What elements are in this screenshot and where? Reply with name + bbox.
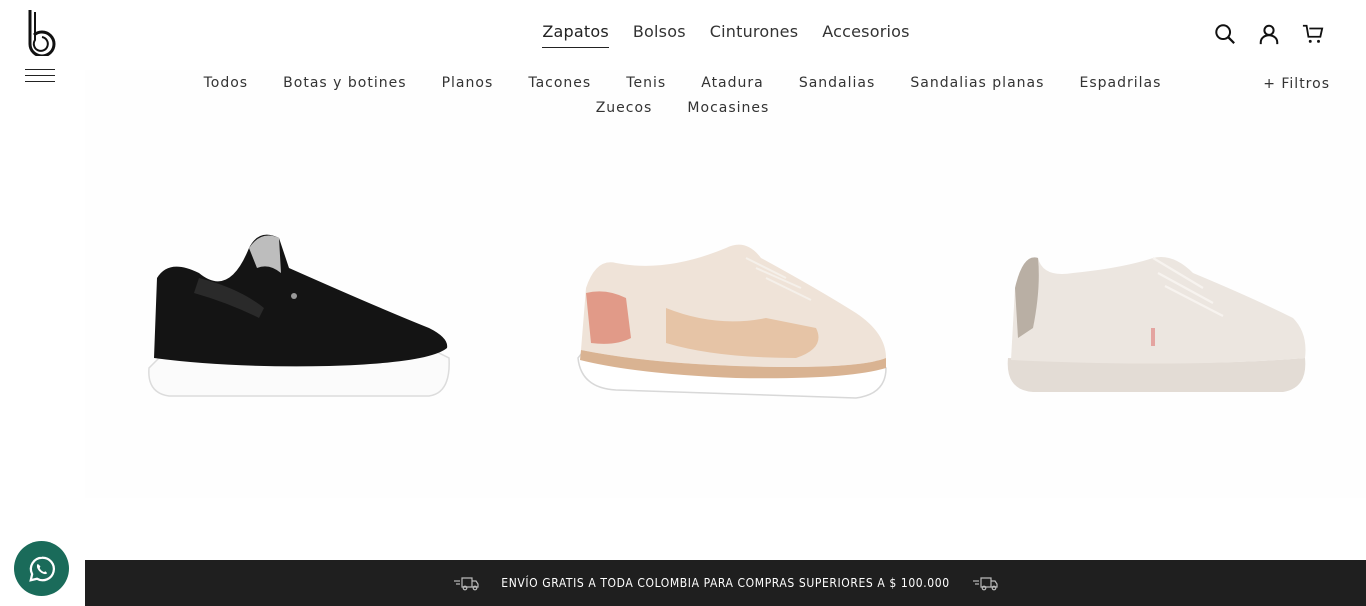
black-slip-on-sneaker-image: [147, 234, 450, 397]
filters-button[interactable]: + Filtros: [1263, 76, 1330, 92]
search-icon[interactable]: [1214, 22, 1236, 46]
menu-icon[interactable]: [25, 69, 55, 85]
subnav-zuecos[interactable]: Zuecos: [596, 96, 653, 120]
main-nav: Zapatos Bolsos Cinturones Accesorios: [0, 22, 1366, 48]
subnav-planos[interactable]: Planos: [442, 71, 494, 95]
nav-bolsos[interactable]: Bolsos: [633, 22, 686, 48]
banner-text: ENVÍO GRATIS A TODA COLOMBIA PARA COMPRA…: [501, 576, 950, 590]
subnav-sandalias-planas[interactable]: Sandalias planas: [910, 71, 1044, 95]
truck-icon: [454, 577, 479, 591]
subnav-mocasines[interactable]: Mocasines: [687, 96, 769, 120]
product-grid: [85, 70, 1366, 498]
category-subnav: Todos Botas y botines Planos Tacones Ten…: [160, 70, 1205, 120]
header-icons: [1214, 22, 1324, 46]
subnav-atadura[interactable]: Atadura: [701, 71, 764, 95]
user-icon[interactable]: [1258, 22, 1280, 46]
product-card-1[interactable]: [85, 70, 512, 498]
offwhite-lace-up-sneaker-image: [1007, 257, 1305, 392]
subnav-tenis[interactable]: Tenis: [626, 71, 666, 95]
cart-icon[interactable]: [1302, 22, 1324, 46]
beige-pink-running-sneaker-image: [576, 244, 887, 399]
product-card-2[interactable]: [512, 70, 939, 498]
subnav-espadrilas[interactable]: Espadrilas: [1080, 71, 1162, 95]
nav-cinturones[interactable]: Cinturones: [710, 22, 799, 48]
nav-zapatos[interactable]: Zapatos: [542, 22, 609, 48]
subnav-botas-y-botines[interactable]: Botas y botines: [283, 71, 406, 95]
whatsapp-icon: [28, 556, 55, 582]
product-card-3[interactable]: [939, 70, 1366, 498]
whatsapp-button[interactable]: [14, 541, 69, 596]
subnav-sandalias[interactable]: Sandalias: [799, 71, 875, 95]
nav-accesorios[interactable]: Accesorios: [822, 22, 909, 48]
shipping-banner: ENVÍO GRATIS A TODA COLOMBIA PARA COMPRA…: [85, 560, 1366, 606]
subnav-tacones[interactable]: Tacones: [528, 71, 591, 95]
truck-icon: [972, 577, 998, 591]
subnav-todos[interactable]: Todos: [204, 71, 248, 95]
